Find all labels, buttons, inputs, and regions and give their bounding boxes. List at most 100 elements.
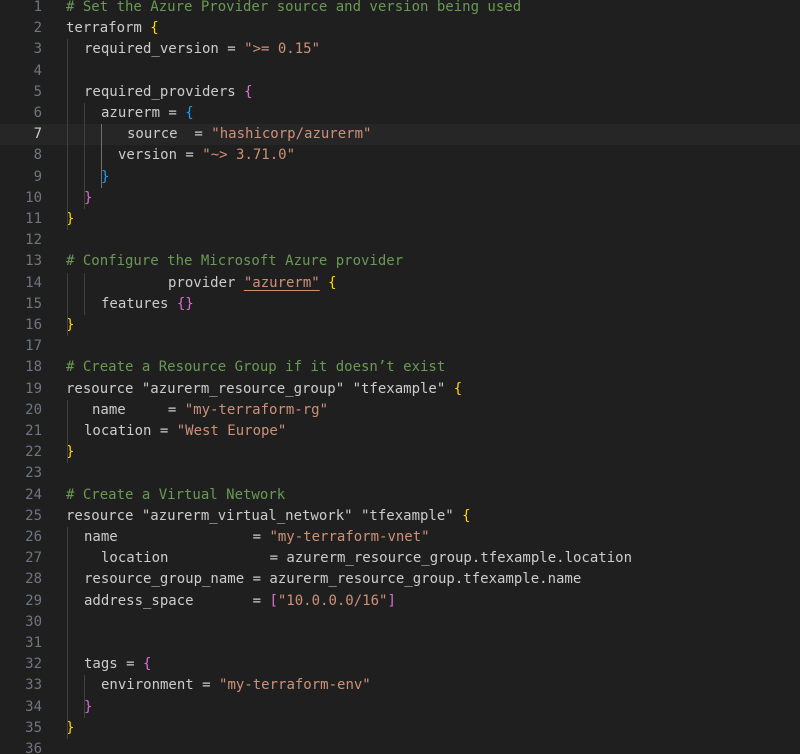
code-line[interactable]: 12 [0, 230, 800, 251]
line-number: 25 [25, 507, 42, 524]
code-line[interactable]: 21 location = "West Europe" [0, 421, 800, 442]
code-line[interactable]: 16} [0, 315, 800, 336]
code-line[interactable]: 31 [0, 633, 800, 654]
code-line[interactable]: 36 [0, 739, 800, 754]
code-line[interactable]: 17 [0, 336, 800, 357]
line-number: 9 [33, 168, 42, 185]
line-number: 12 [25, 232, 42, 249]
code-line[interactable]: 13 # Configure the Microsoft Azure provid… [0, 251, 800, 272]
line-number: 19 [25, 380, 42, 397]
code-token: environment = [101, 677, 220, 694]
code-text: # Set the Azure Provider source and vers… [66, 0, 521, 18]
line-number: 11 [25, 211, 42, 227]
line-number: 29 [25, 592, 42, 609]
code-line[interactable]: 7 source = "hashicorp/azurerm" [0, 124, 800, 146]
code-line[interactable]: 6 azurerm = { [0, 103, 800, 124]
code-line[interactable]: 27 location = azurerm_resource_group.tfex… [0, 548, 800, 569]
line-number: 26 [25, 529, 42, 545]
code-text: resource "azurerm_virtual_network" "tfex… [66, 506, 471, 527]
code-token: location = azurerm_resource_group.tfexam… [101, 550, 633, 567]
code-editor[interactable]: 1 # Set the Azure Provider source and ver… [0, 0, 800, 754]
code-text: features {} [101, 294, 194, 315]
code-line[interactable]: 15 features {} [0, 294, 800, 315]
code-token: terraform [66, 20, 151, 37]
code-token: { [462, 507, 471, 524]
code-text: tags = { [84, 654, 151, 675]
code-token: source = [127, 126, 212, 143]
code-token: "my-terraform-rg" [184, 401, 329, 418]
line-number: 2 [33, 20, 42, 37]
line-number: 3 [33, 41, 42, 58]
code-text: location = "West Europe" [84, 421, 286, 442]
code-token: { [185, 105, 194, 121]
code-token: required_providers [84, 83, 245, 100]
code-text: name = "my-terraform-rg" [92, 400, 328, 421]
code-token: [ [269, 592, 278, 609]
code-token: # Configure the Microsoft Azure provider [66, 253, 404, 270]
code-token: provider [168, 274, 244, 291]
code-line[interactable]: 20 name = "my-terraform-rg" [0, 400, 800, 421]
code-line[interactable]: 26 name = "my-terraform-vnet" [0, 527, 800, 548]
line-number: 36 [25, 741, 42, 754]
code-text: required_version = ">= 0.15" [84, 39, 320, 60]
code-token: location = [84, 423, 177, 439]
code-token: "West Europe" [176, 423, 287, 439]
code-line[interactable]: 1 # Set the Azure Provider source and ver… [0, 0, 800, 18]
code-token: resource "azurerm_virtual_network" "tfex… [66, 507, 463, 524]
code-line[interactable]: 32 tags = { [0, 654, 800, 675]
line-number: 16 [25, 317, 42, 333]
indent-guide [67, 399, 68, 464]
code-text: resource "azurerm_resource_group" "tfexa… [66, 379, 462, 400]
code-token: azurerm = [101, 105, 186, 121]
code-token: "hashicorp/azurerm" [211, 126, 372, 143]
code-line[interactable]: 25 resource "azurerm_virtual_network" "tf… [0, 506, 800, 527]
code-text: address_space = ["10.0.0.0/16"] [84, 591, 396, 612]
line-number: 21 [25, 423, 42, 439]
line-number: 13 [25, 253, 42, 270]
code-line[interactable]: 8 version = "~> 3.71.0" [0, 145, 800, 166]
code-line[interactable]: 28 resource_group_name = azurerm_resource… [0, 569, 800, 590]
code-token: { [143, 656, 152, 673]
code-text: # Configure the Microsoft Azure provider [66, 251, 403, 272]
code-line[interactable]: 14 provider "azurerm" { [0, 273, 800, 294]
code-line[interactable]: 2 terraform { [0, 18, 800, 39]
code-token: tags = [84, 656, 144, 673]
code-line[interactable]: 11} [0, 209, 800, 230]
code-line[interactable]: 9} [0, 167, 800, 188]
code-line[interactable]: 35} [0, 718, 800, 739]
code-line[interactable]: 30 [0, 612, 800, 633]
code-line[interactable]: 29 address_space = ["10.0.0.0/16"] [0, 591, 800, 612]
line-number: 1 [33, 0, 42, 15]
line-number: 34 [25, 698, 42, 715]
code-line[interactable]: 3 required_version = ">= 0.15" [0, 39, 800, 60]
code-line[interactable]: 23 [0, 463, 800, 484]
code-token: "my-terraform-vnet" [269, 529, 430, 545]
indent-guide [67, 272, 68, 337]
code-token: ">= 0.15" [244, 41, 321, 58]
code-token: features [101, 295, 177, 312]
line-number: 10 [25, 189, 42, 206]
code-text: required_providers { [84, 82, 253, 103]
code-line[interactable]: 22} [0, 442, 800, 463]
code-line[interactable]: 18 # Create a Resource Group if it doesn’… [0, 357, 800, 378]
code-line[interactable]: 10} [0, 188, 800, 209]
code-token: resource_group_name = azurerm_resource_g… [84, 571, 582, 588]
line-number: 33 [25, 677, 42, 694]
code-token: ] [387, 592, 396, 609]
code-line[interactable]: 33 environment = "my-terraform-env" [0, 675, 800, 696]
code-line[interactable]: 19 resource "azurerm_resource_group" "tfe… [0, 379, 800, 400]
indent-guide [84, 103, 85, 209]
code-token: resource "azurerm_resource_group" "tfexa… [66, 380, 454, 397]
code-text: # Create a Virtual Network [66, 485, 285, 506]
line-number: 28 [25, 571, 42, 588]
line-number: 32 [25, 656, 42, 673]
code-text: provider "azurerm" { [168, 273, 337, 294]
code-line[interactable]: 4 [0, 61, 800, 82]
code-line[interactable]: 5 required_providers { [0, 82, 800, 103]
code-token: name = [92, 401, 185, 418]
code-text: location = azurerm_resource_group.tfexam… [101, 548, 632, 569]
indent-guide [67, 527, 68, 739]
code-line[interactable]: 24 # Create a Virtual Network [0, 485, 800, 506]
code-line[interactable]: 34} [0, 697, 800, 718]
